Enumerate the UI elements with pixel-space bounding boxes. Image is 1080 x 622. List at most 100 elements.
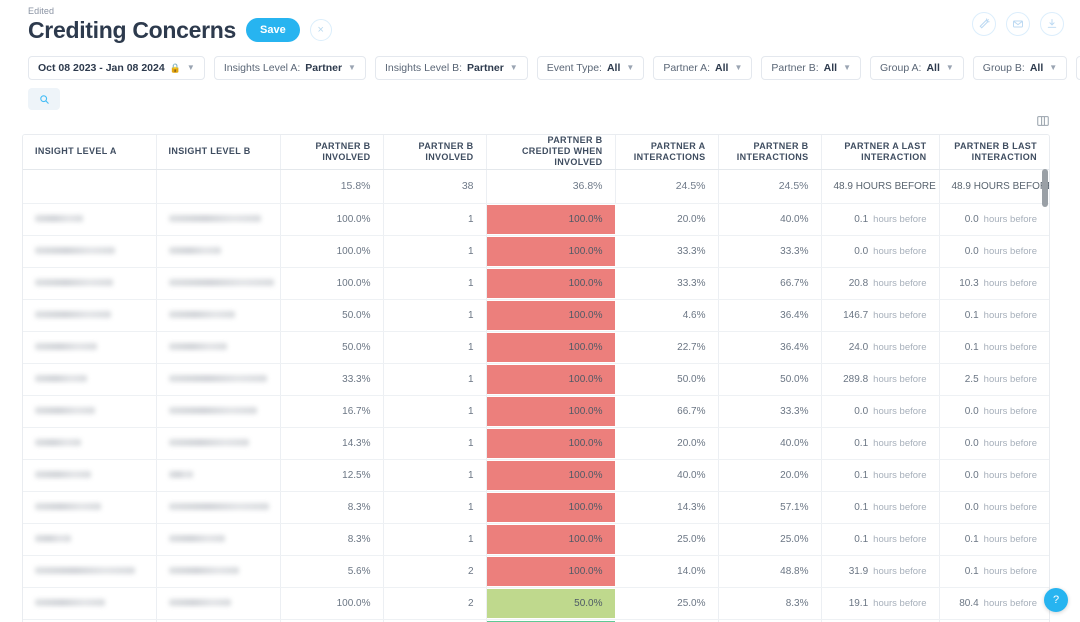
column-header-1[interactable]: INSIGHT LEVEL B [156, 135, 280, 169]
filter-pill-7[interactable]: Group B:All▼ [973, 56, 1067, 80]
cell-insight-level-a [23, 331, 156, 363]
redacted-text [35, 471, 91, 478]
cell-partner-b-interactions: 36.4% [718, 299, 821, 331]
search-button[interactable] [28, 88, 60, 110]
redacted-text [35, 439, 81, 446]
save-button[interactable]: Save [246, 18, 300, 42]
cell-partner-a-interactions: 20.0% [615, 203, 718, 235]
table-row[interactable]: 100.0%1100.0%33.3%33.3%0.0hours before0.… [23, 235, 1049, 267]
cell-insight-level-b [156, 459, 280, 491]
cell-partner-b-involved-count: 1 [383, 203, 486, 235]
cell-insight-level-a [23, 491, 156, 523]
table-scrollbar-thumb[interactable] [1042, 169, 1048, 207]
cell-insight-level-b [156, 427, 280, 459]
filter-value: All [824, 62, 837, 74]
cell-insight-level-a [23, 427, 156, 459]
redacted-text [169, 343, 227, 350]
column-header-2[interactable]: PARTNER B INVOLVED [280, 135, 383, 169]
column-header-7[interactable]: PARTNER A LAST INTERACTION [821, 135, 939, 169]
download-icon[interactable] [1040, 12, 1064, 36]
cell-insight-level-a [23, 555, 156, 587]
cell-partner-b-interactions: 40.0% [718, 427, 821, 459]
table-row[interactable]: 8.3%1100.0%25.0%25.0%0.1hours before0.1h… [23, 523, 1049, 555]
column-header-8[interactable]: PARTNER B LAST INTERACTION [939, 135, 1049, 169]
table-row[interactable]: 100.0%1100.0%20.0%40.0%0.1hours before0.… [23, 203, 1049, 235]
table-row[interactable]: 100.0%1100.0%33.3%66.7%20.8hours before1… [23, 267, 1049, 299]
cell-insight-level-b [156, 555, 280, 587]
summary-partner-b-interactions: 24.5% [718, 169, 821, 203]
filter-pill-1[interactable]: Insights Level A: Partner ▼ [214, 56, 366, 80]
column-header-5[interactable]: PARTNER A INTERACTIONS [615, 135, 718, 169]
filter-label: Insights Level A: [224, 62, 300, 74]
filter-value: Partner [305, 62, 342, 74]
filter-pill-8[interactable]: Last Interaction Diff (sec):All▼ [1076, 56, 1080, 80]
table-row[interactable]: 8.3%1100.0%14.3%57.1%0.1hours before0.0h… [23, 491, 1049, 523]
cell-partner-b-credited: 100.0% [486, 395, 615, 427]
filter-pill-6[interactable]: Group A:All▼ [870, 56, 964, 80]
magic-wand-icon[interactable] [972, 12, 996, 36]
cell-partner-b-involved-count: 1 [383, 299, 486, 331]
filter-pill-5[interactable]: Partner B:All▼ [761, 56, 861, 80]
table-row[interactable]: 12.5%1100.0%40.0%20.0%0.1hours before0.0… [23, 459, 1049, 491]
cell-partner-a-interactions: 50.0% [615, 363, 718, 395]
cell-partner-a-interactions: 33.3% [615, 267, 718, 299]
table-row[interactable]: 33.3%1100.0%50.0%50.0%289.8hours before2… [23, 363, 1049, 395]
redacted-text [35, 215, 83, 222]
table-toolbar [0, 114, 1080, 134]
summary-partner-b-last: 48.9 HOURS BEFORE [939, 169, 1049, 203]
cell-partner-b-involved-count: 2 [383, 555, 486, 587]
cell-partner-b-interactions: 33.3% [718, 235, 821, 267]
cell-partner-b-credited: 100.0% [486, 299, 615, 331]
columns-icon[interactable] [1036, 114, 1050, 128]
cell-partner-b-credited: 100.0% [486, 235, 615, 267]
cell-partner-b-involved-pct: 8.3% [280, 523, 383, 555]
table-scrollbar-track[interactable] [1041, 135, 1048, 622]
cell-partner-b-involved-count: 1 [383, 235, 486, 267]
cell-partner-b-last: 10.3hours before [939, 267, 1049, 299]
table-row[interactable]: 5.6%2100.0%14.0%48.8%31.9hours before0.1… [23, 555, 1049, 587]
filter-pill-0[interactable]: Oct 08 2023 - Jan 08 2024🔒▼ [28, 56, 205, 80]
redacted-text [169, 279, 274, 286]
cell-partner-b-involved-pct: 50.0% [280, 331, 383, 363]
cell-partner-b-involved-count: 1 [383, 395, 486, 427]
redacted-text [169, 407, 257, 414]
column-header-3[interactable]: PARTNER B INVOLVED [383, 135, 486, 169]
cell-partner-a-interactions: 14.0% [615, 555, 718, 587]
cell-partner-b-interactions: 33.3% [718, 395, 821, 427]
help-button[interactable]: ? [1044, 588, 1068, 612]
search-row [0, 82, 1080, 114]
envelope-icon[interactable] [1006, 12, 1030, 36]
column-header-0[interactable]: INSIGHT LEVEL A [23, 135, 156, 169]
table-row[interactable]: 100.0%250.0%25.0%8.3%19.1hours before80.… [23, 587, 1049, 619]
cell-partner-b-interactions: 36.4% [718, 331, 821, 363]
redacted-text [169, 247, 221, 254]
cell-insight-level-b [156, 395, 280, 427]
cell-partner-b-credited: 100.0% [486, 267, 615, 299]
filter-value: All [715, 62, 728, 74]
cell-partner-a-interactions: 20.0% [615, 427, 718, 459]
cell-insight-level-a [23, 587, 156, 619]
table-row[interactable]: 16.7%1100.0%66.7%33.3%0.0hours before0.0… [23, 395, 1049, 427]
redacted-text [169, 311, 235, 318]
cell-partner-a-last: 0.1hours before [821, 427, 939, 459]
table-row[interactable]: 14.3%1100.0%20.0%40.0%0.1hours before0.0… [23, 427, 1049, 459]
table-row[interactable]: 50.0%1100.0%4.6%36.4%146.7hours before0.… [23, 299, 1049, 331]
column-header-6[interactable]: PARTNER B INTERACTIONS [718, 135, 821, 169]
filter-pill-4[interactable]: Partner A:All▼ [653, 56, 752, 80]
cell-insight-level-a [23, 363, 156, 395]
redacted-text [169, 503, 269, 510]
close-icon[interactable]: × [310, 19, 332, 41]
cell-partner-b-last: 2.5hours before [939, 363, 1049, 395]
header-actions [972, 12, 1064, 36]
filter-pill-2[interactable]: Insights Level B:Partner▼ [375, 56, 528, 80]
chevron-down-icon: ▼ [348, 64, 356, 72]
cell-partner-a-last: 0.0hours before [821, 395, 939, 427]
table-row[interactable]: 50.0%1100.0%22.7%36.4%24.0hours before0.… [23, 331, 1049, 363]
filter-pill-3[interactable]: Event Type:All▼ [537, 56, 645, 80]
column-header-4[interactable]: PARTNER B CREDITED WHEN INVOLVED [486, 135, 615, 169]
redacted-text [35, 343, 97, 350]
summary-level-a [23, 169, 156, 203]
cell-partner-b-last: 0.0hours before [939, 395, 1049, 427]
cell-partner-b-last: 0.0hours before [939, 459, 1049, 491]
table-summary-row: 15.8%3836.8%24.5%24.5%48.9 HOURS BEFORE4… [23, 169, 1049, 203]
